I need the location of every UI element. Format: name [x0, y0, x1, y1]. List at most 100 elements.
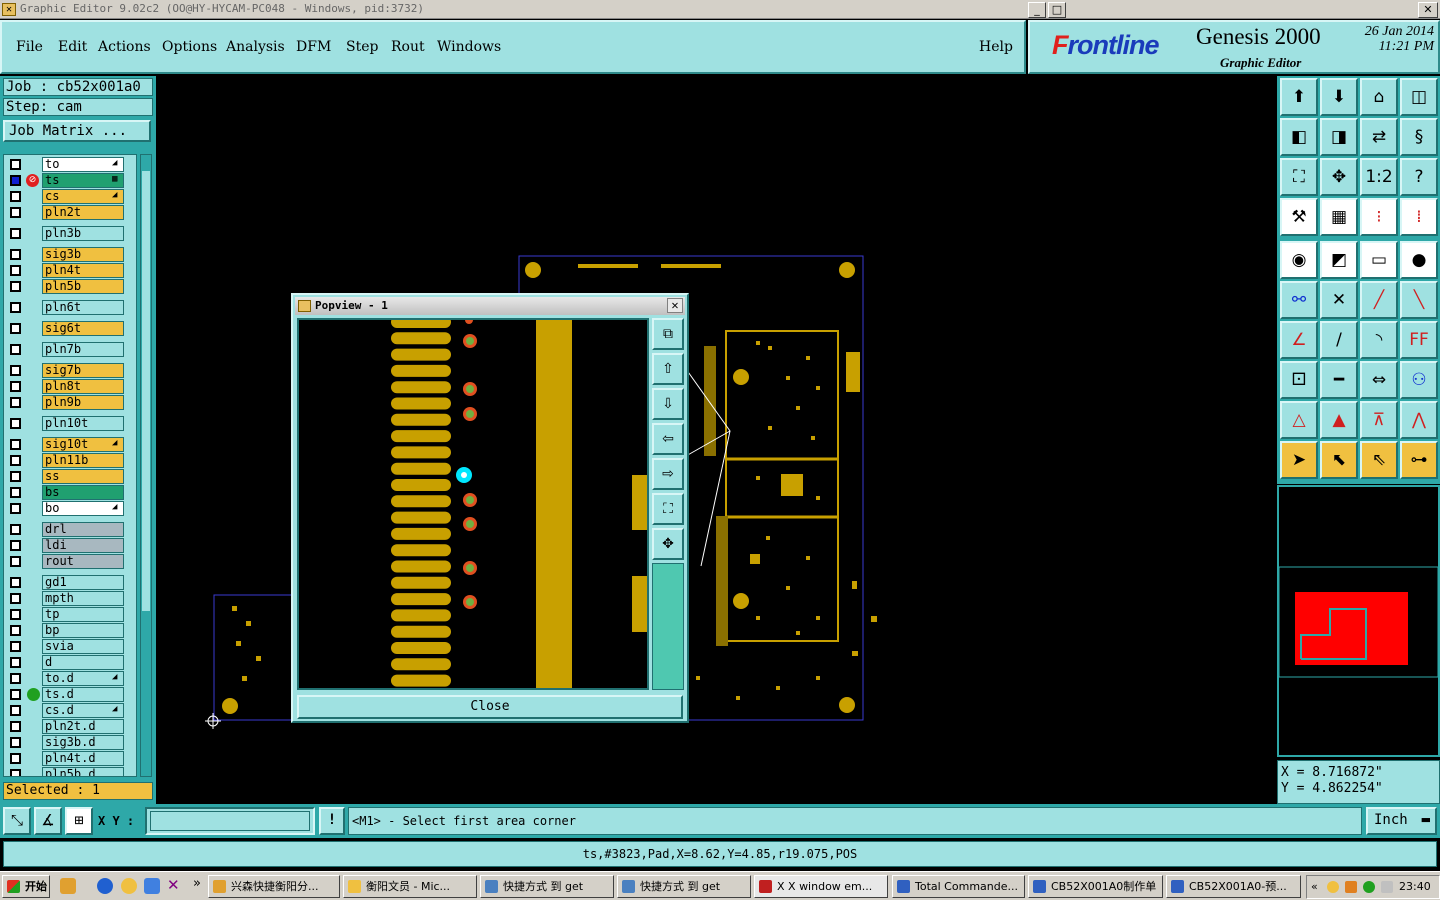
popview-zoom-in-button[interactable]: ⧉ [652, 318, 684, 350]
layer-checkbox[interactable] [10, 540, 21, 551]
layer-row[interactable]: mpth [4, 591, 136, 606]
tool-angle-button[interactable]: ∠ [1280, 321, 1318, 359]
layer-checkbox[interactable] [10, 344, 21, 355]
tray-clock-icon[interactable] [1327, 881, 1339, 893]
tool-load-button[interactable]: ⬇ [1320, 78, 1358, 116]
menu-help[interactable]: Help [979, 39, 1013, 55]
popview-canvas[interactable] [297, 318, 649, 690]
zoom-area-button[interactable]: ⤡ [3, 807, 31, 835]
layer-row[interactable]: cs.d ◢ [4, 703, 136, 718]
layer-name[interactable]: sig6t [42, 321, 124, 336]
layer-checkbox[interactable] [10, 737, 21, 748]
overview-map[interactable] [1277, 485, 1440, 757]
tool-cursor2-button[interactable]: ⬉ [1320, 441, 1358, 479]
layer-row[interactable]: pln5b [4, 279, 136, 294]
tool-measure-button[interactable]: ⚒ [1280, 198, 1318, 236]
layer-row[interactable]: rout [4, 554, 136, 569]
layer-row[interactable]: pln2t.d [4, 719, 136, 734]
tool-pin-button[interactable]: ◉ [1280, 241, 1318, 279]
tool-tri4-button[interactable]: ⋀ [1400, 401, 1438, 439]
tool-fit-button[interactable]: ⛶ [1280, 158, 1318, 196]
layer-name[interactable]: sig3b.d [42, 735, 124, 750]
layer-name[interactable]: pln10t [42, 416, 124, 431]
layer-name[interactable]: pln6t [42, 300, 124, 315]
tool-net-button[interactable]: ⚯ [1280, 281, 1318, 319]
tool-multi-button[interactable]: ⚇ [1400, 361, 1438, 399]
tool-route-button[interactable]: ⊶ [1400, 441, 1438, 479]
layer-checkbox[interactable] [10, 721, 21, 732]
minimize-button[interactable]: _ [1028, 2, 1046, 18]
tray-volume-icon[interactable] [1381, 881, 1393, 893]
tool-grid-button[interactable]: ▦ [1320, 198, 1358, 236]
tool-frame-button[interactable]: ◫ [1400, 78, 1438, 116]
layer-name[interactable]: mpth [42, 591, 124, 606]
tool-save-button[interactable]: ⬆ [1280, 78, 1318, 116]
layer-name[interactable]: pln8t [42, 379, 124, 394]
tool-step-button[interactable]: ⚀ [1280, 361, 1318, 399]
layer-row[interactable]: pln3b [4, 226, 136, 241]
tool-cross-button[interactable]: ✕ [1320, 281, 1358, 319]
layer-row[interactable]: to.d ◢ [4, 671, 136, 686]
layer-name[interactable]: bs [42, 485, 124, 500]
tool-arc-button[interactable]: ◝ [1360, 321, 1398, 359]
layer-name[interactable]: svia [42, 639, 124, 654]
layer-name[interactable]: pln4t.d [42, 751, 124, 766]
tool-draw-button[interactable]: ◩ [1320, 241, 1358, 279]
layer-name[interactable]: pln7b [42, 342, 124, 357]
taskbar-task[interactable]: X X window em... [754, 875, 888, 898]
menu-windows[interactable]: Windows [437, 39, 501, 55]
tool-zoom-center-button[interactable]: ✥ [1320, 158, 1358, 196]
layer-row[interactable]: pln7b [4, 342, 136, 357]
scroll-thumb[interactable] [142, 171, 150, 611]
menu-step[interactable]: Step [346, 39, 378, 55]
layer-checkbox[interactable] [10, 556, 21, 567]
menu-options[interactable]: Options [162, 39, 217, 55]
layer-checkbox[interactable] [10, 159, 21, 170]
layer-checkbox[interactable] [10, 577, 21, 588]
tool-right-page-button[interactable]: ◨ [1320, 118, 1358, 156]
layer-row[interactable]: sig10t ◢ [4, 437, 136, 452]
layer-row[interactable]: tp [4, 607, 136, 622]
tool-line-red-button[interactable]: ╱ [1360, 281, 1398, 319]
quicklaunch-clock-icon[interactable] [121, 878, 137, 894]
layer-row[interactable]: pln8t [4, 379, 136, 394]
menu-analysis[interactable]: Analysis [226, 39, 285, 55]
layer-row[interactable]: pln2t [4, 205, 136, 220]
layer-checkbox[interactable] [10, 471, 21, 482]
taskbar-task[interactable]: CB52X001A0制作单 [1028, 875, 1163, 898]
taskbar-task[interactable]: 快捷方式 到 get [480, 875, 614, 898]
quicklaunch-desktop-icon[interactable] [60, 878, 76, 894]
tool-cursor3-button[interactable]: ⇖ [1360, 441, 1398, 479]
layer-row[interactable]: ss [4, 469, 136, 484]
layer-scrollbar[interactable] [140, 154, 152, 777]
layer-row[interactable]: sig6t [4, 321, 136, 336]
tray-network-icon[interactable] [1363, 881, 1375, 893]
layer-checkbox[interactable] [10, 265, 21, 276]
layer-checkbox[interactable] [10, 418, 21, 429]
layer-name[interactable]: tp [42, 607, 124, 622]
layer-name[interactable]: pln9b [42, 395, 124, 410]
tool-scale-button[interactable]: ⇔ [1360, 361, 1398, 399]
taskbar-task[interactable]: Total Commande... [892, 875, 1025, 898]
quicklaunch-more-icon[interactable]: » [193, 876, 201, 891]
layer-name[interactable]: ldi [42, 538, 124, 553]
layer-checkbox[interactable] [10, 705, 21, 716]
maximize-button[interactable]: □ [1048, 2, 1066, 18]
layer-name[interactable]: ss [42, 469, 124, 484]
layer-checkbox[interactable] [10, 641, 21, 652]
tool-snap-red2-button[interactable]: ⁞ [1400, 198, 1438, 236]
layer-checkbox[interactable] [10, 323, 21, 334]
layer-name[interactable]: pln5b [42, 279, 124, 294]
quicklaunch-browser-icon[interactable] [144, 878, 160, 894]
layer-checkbox[interactable] [10, 228, 21, 239]
layer-row[interactable]: pln10t [4, 416, 136, 431]
layer-row[interactable]: ldi [4, 538, 136, 553]
layer-checkbox[interactable] [10, 657, 21, 668]
layer-row[interactable]: sig7b [4, 363, 136, 378]
layer-row[interactable]: pln9b [4, 395, 136, 410]
layer-name[interactable]: pln3b [42, 226, 124, 241]
layer-checkbox[interactable] [10, 487, 21, 498]
tool-cursor-button[interactable]: ➤ [1280, 441, 1318, 479]
popview-close-button[interactable]: Close [297, 695, 683, 719]
xy-input[interactable] [150, 811, 310, 831]
